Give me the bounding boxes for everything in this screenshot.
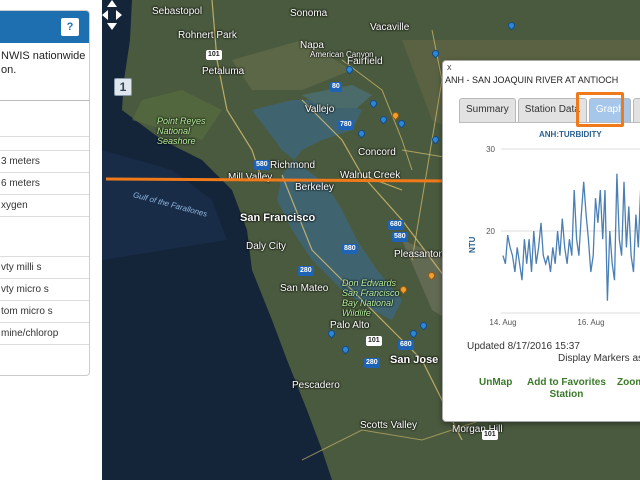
- sidebar-header: ?: [0, 11, 89, 43]
- updated-timestamp: Updated 8/17/2016 15:37: [467, 341, 580, 352]
- sidebar-spacer: [0, 217, 89, 257]
- chart-title: ANH:TURBIDITY: [539, 130, 602, 139]
- tab-summary[interactable]: Summary: [459, 98, 516, 122]
- graph-tab-highlight: [576, 92, 624, 127]
- x-tick-label: 16. Aug: [577, 318, 604, 327]
- place-label: Vacaville: [370, 22, 410, 33]
- annotation-arrow: [106, 170, 474, 191]
- highway-shield: 80: [330, 82, 342, 92]
- unmap-link[interactable]: UnMap: [479, 377, 512, 389]
- tab-me[interactable]: Me: [632, 98, 640, 122]
- popup-close-button[interactable]: x: [447, 62, 452, 72]
- turbidity-series-line: [502, 173, 640, 301]
- pan-control-icon[interactable]: [102, 0, 122, 30]
- parameter-item[interactable]: vty micro s: [0, 279, 89, 301]
- add-to-favorites-link[interactable]: Add to Favorites Station: [527, 377, 606, 401]
- station-popup: x ANH - SAN JOAQUIN RIVER AT ANTIOCH Sum…: [442, 60, 640, 422]
- sidebar-spacer: [0, 137, 89, 151]
- highway-shield: 101: [482, 430, 498, 440]
- highway-shield: 780: [338, 120, 354, 130]
- highway-shield: 280: [298, 266, 314, 276]
- parameter-item[interactable]: mine/chlorop: [0, 323, 89, 345]
- place-label: Palo Alto: [330, 320, 370, 331]
- app-root: ? NWIS nationwide on. 3 meters 6 meters …: [0, 0, 640, 480]
- highway-shield: 101: [206, 50, 222, 60]
- parameter-item[interactable]: 6 meters: [0, 173, 89, 195]
- zoom-link[interactable]: Zoom: [617, 377, 640, 389]
- place-label: Pleasanton: [394, 249, 445, 260]
- place-label: Scotts Valley: [360, 420, 418, 431]
- place-label: Sebastopol: [152, 6, 203, 17]
- y-tick-label: 20: [486, 227, 495, 236]
- x-tick-label: 14. Aug: [489, 318, 516, 327]
- sidebar-description: NWIS nationwide on.: [0, 43, 89, 101]
- highway-shield: 101: [366, 336, 382, 346]
- park-label: Point Reyes National Seashore: [157, 116, 206, 146]
- highway-shield: 680: [388, 220, 404, 230]
- place-label: Sonoma: [290, 8, 328, 19]
- place-label: Daly City: [246, 241, 287, 252]
- parameter-item[interactable]: tom micro s: [0, 301, 89, 323]
- place-label: Concord: [358, 147, 396, 158]
- turbidity-chart: 30 20 NTU 14. Aug 16. Aug: [468, 145, 640, 327]
- help-button[interactable]: ?: [61, 18, 79, 36]
- popup-title: ANH - SAN JOAQUIN RIVER AT ANTIOCH: [445, 75, 619, 85]
- highway-shield: 880: [342, 244, 358, 254]
- highway-shield: 680: [398, 340, 414, 350]
- place-label: Vallejo: [305, 104, 335, 115]
- parameter-item[interactable]: 3 meters: [0, 151, 89, 173]
- sidebar-panel: ? NWIS nationwide on. 3 meters 6 meters …: [0, 10, 90, 376]
- place-label: Rohnert Park: [178, 30, 237, 41]
- y-axis-label: NTU: [468, 236, 477, 253]
- sidebar-desc-line2: on.: [1, 64, 17, 76]
- parameter-item[interactable]: xygen: [0, 195, 89, 217]
- place-label: Fairfield: [347, 56, 383, 67]
- place-label: Petaluma: [202, 66, 245, 77]
- parameter-item[interactable]: vty milli s: [0, 257, 89, 279]
- sidebar-desc-line1: NWIS nationwide: [1, 50, 86, 62]
- park-label: Don Edwards San Francisco Bay National W…: [342, 278, 400, 318]
- layers-button[interactable]: 1: [114, 78, 132, 96]
- highway-shield: 580: [392, 232, 408, 242]
- place-label: Pescadero: [292, 380, 340, 391]
- place-label: San Francisco: [240, 212, 316, 224]
- display-markers-option[interactable]: Display Markers as V: [558, 353, 640, 364]
- sidebar-spacer: [0, 101, 89, 137]
- highway-shield: 280: [364, 358, 380, 368]
- place-label: San Jose: [390, 354, 439, 366]
- place-label: San Mateo: [280, 283, 329, 294]
- y-tick-label: 30: [486, 145, 495, 154]
